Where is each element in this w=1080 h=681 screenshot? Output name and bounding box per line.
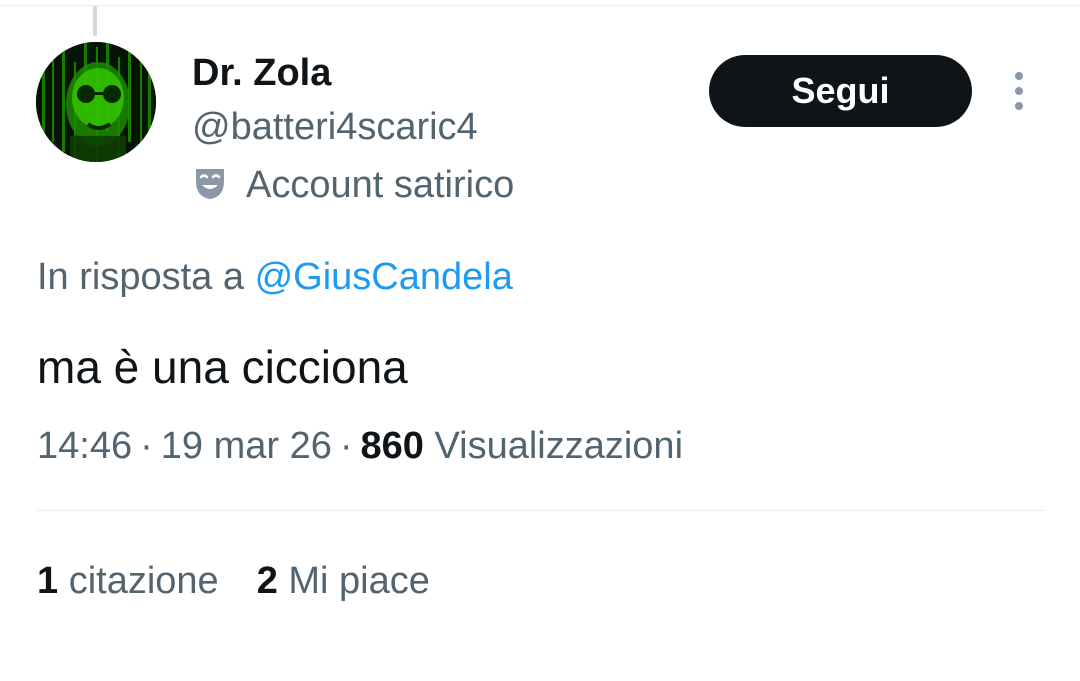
quotes-stat[interactable]: 1 citazione: [37, 560, 219, 602]
engagement-stats: 1 citazione 2 Mi piace: [37, 557, 430, 605]
quotes-count: 1: [37, 560, 59, 602]
meta-separator: ·: [140, 425, 153, 467]
meta-separator: ·: [339, 425, 353, 467]
quotes-label: citazione: [68, 560, 219, 602]
top-divider: [0, 5, 1080, 6]
tweet-time[interactable]: 14:46: [37, 425, 132, 467]
tweet-meta: 14:46 · 19 mar 26 · 860 Visualizzazioni: [37, 422, 683, 470]
theater-mask-icon: [192, 165, 246, 206]
avatar-image: [36, 42, 156, 162]
likes-stat[interactable]: 2 Mi piace: [257, 560, 430, 602]
likes-label: Mi piace: [288, 560, 430, 602]
views-label: Visualizzazioni: [434, 425, 684, 467]
reply-mention-link[interactable]: @GiusCandela: [255, 256, 513, 298]
user-handle[interactable]: @batteri4scaric4: [192, 104, 478, 150]
display-name[interactable]: Dr. Zola: [192, 50, 331, 96]
satire-label-text: Account satirico: [246, 164, 515, 206]
thread-connector-line: [93, 6, 97, 36]
reply-prefix: In risposta a: [37, 256, 255, 298]
stats-divider: [37, 510, 1045, 511]
tweet-date[interactable]: 19 mar 26: [161, 425, 332, 467]
satire-account-label: Account satirico: [192, 162, 514, 208]
reply-context: In risposta a @GiusCandela: [37, 253, 513, 301]
likes-count: 2: [256, 560, 278, 602]
views-count: 860: [360, 425, 424, 467]
follow-button[interactable]: Segui: [709, 55, 972, 127]
avatar[interactable]: [36, 42, 156, 162]
tweet-text: ma è una cicciona: [37, 341, 408, 393]
more-vertical-icon[interactable]: [1004, 70, 1034, 112]
